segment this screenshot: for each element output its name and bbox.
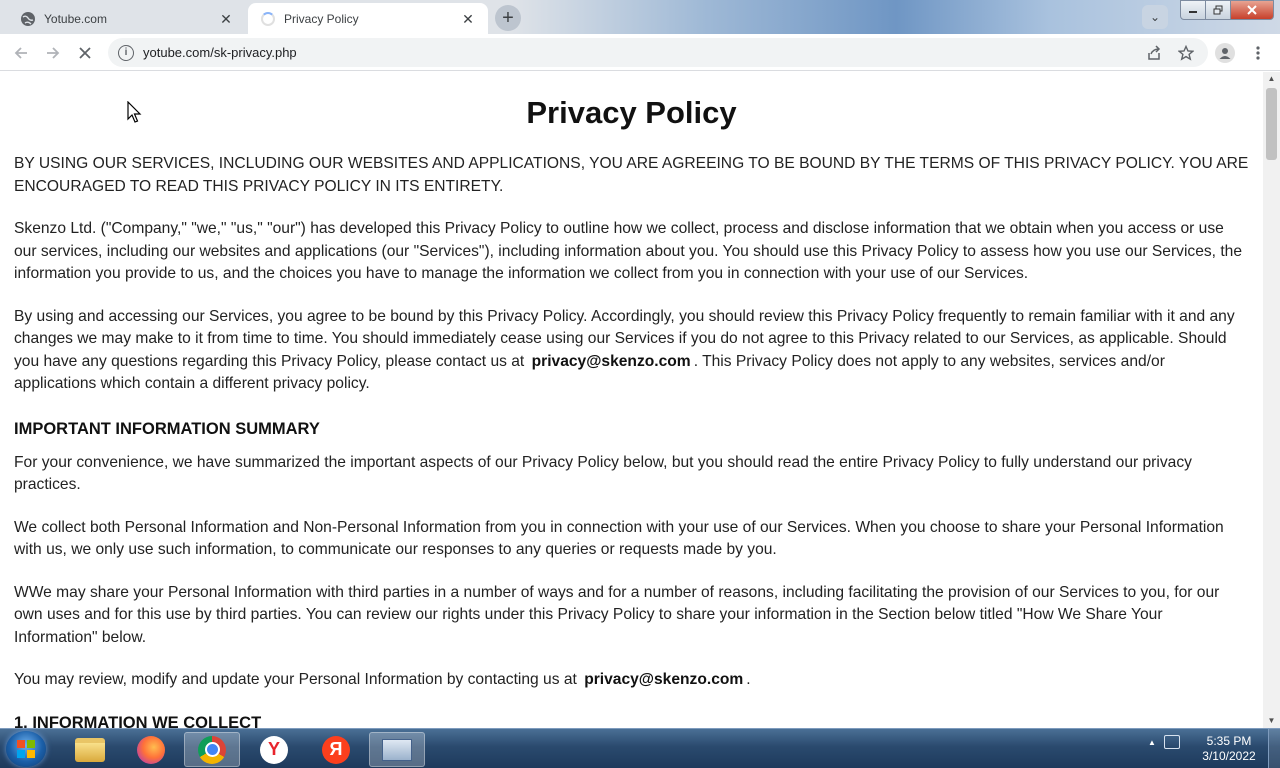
forward-arrow-icon xyxy=(47,47,60,59)
windows-logo-icon xyxy=(17,740,35,758)
company-paragraph: Skenzo Ltd. ("Company," "we," "us," "our… xyxy=(14,220,1243,282)
clock-date: 3/10/2022 xyxy=(1202,749,1256,763)
taskbar-yandex[interactable]: Я xyxy=(308,732,364,767)
page-viewport: Privacy Policy BY USING OUR SERVICES, IN… xyxy=(0,72,1263,728)
back-arrow-icon xyxy=(14,47,27,59)
summary-heading: IMPORTANT INFORMATION SUMMARY xyxy=(14,419,320,438)
maximize-button[interactable] xyxy=(1205,0,1231,20)
start-button[interactable] xyxy=(6,731,46,767)
app-window-icon xyxy=(382,738,412,761)
summary-paragraph-1: For your convenience, we have summarized… xyxy=(14,453,1192,494)
clock-time: 5:35 PM xyxy=(1206,734,1252,748)
vertical-scrollbar[interactable]: ▲ ▼ xyxy=(1263,72,1280,728)
profile-button[interactable] xyxy=(1213,41,1237,65)
review-text: You may review, modify and update your P… xyxy=(14,671,582,688)
forward-button[interactable] xyxy=(41,41,65,65)
page-title: Privacy Policy xyxy=(526,95,737,130)
browser-toolbar: i yotube.com/sk-privacy.php xyxy=(0,34,1280,71)
page-content: Privacy Policy BY USING OUR SERVICES, IN… xyxy=(0,93,1263,728)
address-bar[interactable]: i yotube.com/sk-privacy.php xyxy=(108,38,1208,67)
close-icon xyxy=(1247,5,1257,15)
summary-paragraph-2: We collect both Personal Information and… xyxy=(14,518,1224,559)
tab-search-button[interactable]: ⌄ xyxy=(1142,5,1168,29)
close-tab-icon[interactable]: ✕ xyxy=(218,11,234,27)
new-tab-button[interactable]: + xyxy=(495,5,521,31)
share-icon xyxy=(1148,45,1161,60)
globe-icon xyxy=(20,11,36,27)
taskbar-chrome[interactable] xyxy=(184,732,240,767)
chrome-icon xyxy=(198,735,226,764)
taskbar-app-window[interactable] xyxy=(369,732,425,767)
restore-icon xyxy=(1213,5,1223,15)
agreement-paragraph: By using and accessing our Services, you… xyxy=(14,306,1249,396)
yandex-browser-icon: Y xyxy=(260,735,288,764)
windows-taskbar: Y Я ▲ 5:35 PM 3/10/2022 xyxy=(0,728,1280,768)
star-icon xyxy=(1178,45,1194,61)
close-window-button[interactable] xyxy=(1230,0,1274,20)
show-desktop-button[interactable] xyxy=(1268,729,1280,768)
folder-icon xyxy=(75,737,105,762)
bookmark-button[interactable] xyxy=(1174,41,1198,65)
loading-spinner-icon xyxy=(260,11,276,27)
firefox-icon xyxy=(137,735,165,764)
person-icon xyxy=(1215,43,1235,63)
stop-loading-button[interactable] xyxy=(73,41,97,65)
minimize-icon xyxy=(1189,11,1197,13)
menu-button[interactable] xyxy=(1246,41,1270,65)
summary-paragraph-4: You may review, modify and update your P… xyxy=(14,669,1249,692)
system-tray: ▲ xyxy=(1148,735,1180,749)
share-button[interactable] xyxy=(1142,41,1166,65)
scroll-down-arrow-icon[interactable]: ▼ xyxy=(1263,714,1280,728)
review-text-end: . xyxy=(746,671,751,688)
minimize-button[interactable] xyxy=(1180,0,1206,20)
contact-email-link[interactable]: privacy@skenzo.com xyxy=(581,671,746,688)
tab-strip: Yotube.com ✕ Privacy Policy ✕ + ⌄ xyxy=(0,0,1280,34)
section-1-heading: 1. INFORMATION WE COLLECT xyxy=(14,713,262,729)
tab-privacy-policy[interactable]: Privacy Policy ✕ xyxy=(248,3,488,34)
info-icon[interactable]: i xyxy=(118,44,134,61)
back-button[interactable] xyxy=(9,41,33,65)
summary-paragraph-3: WWe may share your Personal Information … xyxy=(14,583,1220,646)
mouse-pointer-icon xyxy=(127,101,142,123)
yandex-icon: Я xyxy=(322,735,350,764)
close-tab-icon[interactable]: ✕ xyxy=(460,11,476,27)
taskbar-firefox[interactable] xyxy=(123,732,179,767)
intro-paragraph: BY USING OUR SERVICES, INCLUDING OUR WEB… xyxy=(14,155,1249,195)
network-icon[interactable] xyxy=(1163,735,1180,749)
tab-title: Yotube.com xyxy=(44,11,107,26)
more-vert-icon xyxy=(1256,46,1260,60)
taskbar-yandex-browser[interactable]: Y xyxy=(246,732,302,767)
chevron-down-icon: ⌄ xyxy=(1149,10,1161,24)
taskbar-clock[interactable]: 5:35 PM 3/10/2022 xyxy=(1196,734,1262,764)
stop-x-icon xyxy=(79,47,91,59)
contact-email-link[interactable]: privacy@skenzo.com xyxy=(529,353,694,370)
taskbar-file-explorer[interactable] xyxy=(62,732,118,767)
scroll-up-arrow-icon[interactable]: ▲ xyxy=(1263,72,1280,86)
tab-title: Privacy Policy xyxy=(284,11,359,26)
tab-yotube[interactable]: Yotube.com ✕ xyxy=(8,3,246,34)
show-hidden-icons-icon[interactable]: ▲ xyxy=(1148,738,1156,747)
scrollbar-thumb[interactable] xyxy=(1266,88,1277,160)
url-text: yotube.com/sk-privacy.php xyxy=(143,45,297,60)
